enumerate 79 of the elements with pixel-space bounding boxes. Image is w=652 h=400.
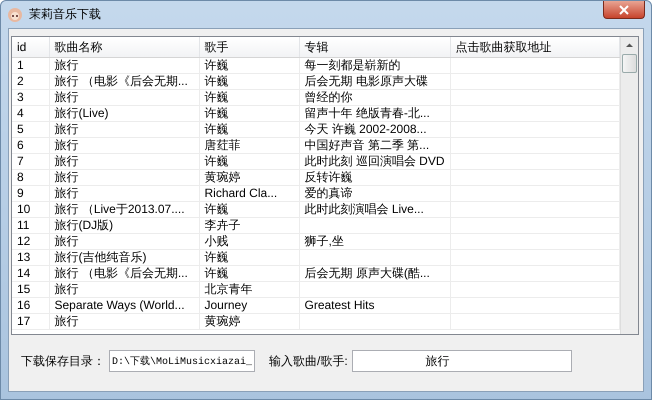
table-cell: 2 — [12, 74, 49, 90]
table-cell: 许巍 — [199, 58, 299, 74]
table-cell: 许巍 — [199, 250, 299, 266]
table-cell: 旅行 — [49, 234, 199, 250]
table-cell: 曾经的你 — [299, 90, 450, 106]
table-cell: 许巍 — [199, 122, 299, 138]
table-cell: 后会无期 电影原声大碟 — [299, 74, 450, 90]
table-cell: Greatest Hits — [299, 298, 450, 314]
column-header[interactable]: id — [12, 37, 49, 58]
scroll-thumb[interactable] — [622, 54, 637, 73]
table-cell: 中国好声音 第二季 第... — [299, 138, 450, 154]
table-cell: 许巍 — [199, 106, 299, 122]
column-header[interactable]: 歌曲名称 — [49, 37, 199, 58]
table-cell: 旅行 — [49, 90, 199, 106]
table-cell: 旅行 — [49, 122, 199, 138]
table-cell: 旅行(Live) — [49, 106, 199, 122]
table-cell: 10 — [12, 202, 49, 218]
table-cell: 李卉子 — [199, 218, 299, 234]
table-cell: 旅行 — [49, 282, 199, 298]
table-cell: 3 — [12, 90, 49, 106]
table-cell: 旅行 — [49, 154, 199, 170]
table-cell: 唐荭菲 — [199, 138, 299, 154]
table-cell: 13 — [12, 250, 49, 266]
table-cell: 许巍 — [199, 74, 299, 90]
table-cell: 9 — [12, 186, 49, 202]
table-cell: 11 — [12, 218, 49, 234]
table-cell: 旅行(DJ版) — [49, 218, 199, 234]
table-cell: 许巍 — [199, 266, 299, 282]
table-cell: 每一刻都是崭新的 — [299, 58, 450, 74]
table-cell: 旅行(吉他纯音乐) — [49, 250, 199, 266]
table-cell: 15 — [12, 282, 49, 298]
table-cell: 旅行 — [49, 314, 199, 330]
search-field[interactable]: 旅行 — [352, 350, 572, 372]
table-cell: 许巍 — [199, 202, 299, 218]
table-cell: 旅行 — [49, 170, 199, 186]
table-cell: 1 — [12, 58, 49, 74]
table-cell: 反转许巍 — [299, 170, 450, 186]
table-cell: 爱的真谛 — [299, 186, 450, 202]
table-cell: 6 — [12, 138, 49, 154]
table-cell: 4 — [12, 106, 49, 122]
search-label: 输入歌曲/歌手: — [269, 352, 348, 370]
table-cell: 旅行 （电影《后会无期... — [49, 266, 199, 282]
column-header[interactable]: 专辑 — [299, 37, 450, 58]
table-cell: 许巍 — [199, 90, 299, 106]
table-cell: 狮子,坐 — [299, 234, 450, 250]
table-cell: 黄琬婷 — [199, 170, 299, 186]
table-cell: 7 — [12, 154, 49, 170]
save-directory-field[interactable]: D:\下载\MoLiMusicxiazai_ — [109, 350, 256, 372]
table-cell: 后会无期 原声大碟(酷... — [299, 266, 450, 282]
table-cell: 此时此刻演唱会 Live... — [299, 202, 450, 218]
column-header[interactable]: 点击歌曲获取地址 — [450, 37, 620, 58]
table-cell: 黄琬婷 — [199, 314, 299, 330]
table-cell: Journey — [199, 298, 299, 314]
table-cell: 12 — [12, 234, 49, 250]
close-icon — [618, 4, 630, 14]
table-cell: 北京青年 — [199, 282, 299, 298]
table-cell: 旅行 （电影《后会无期... — [49, 74, 199, 90]
table-cell: 留声十年 绝版青春-北... — [299, 106, 450, 122]
table-cell: 旅行 — [49, 58, 199, 74]
scrollbar[interactable] — [620, 37, 638, 334]
table-cell: 16 — [12, 298, 49, 314]
table-cell: 5 — [12, 122, 49, 138]
table-cell: 许巍 — [199, 154, 299, 170]
table-cell: 8 — [12, 170, 49, 186]
table-cell: 此时此刻 巡回演唱会 DVD — [299, 154, 450, 170]
column-header[interactable]: 歌手 — [199, 37, 299, 58]
window-title: 茉莉音乐下载 — [29, 6, 101, 23]
table-cell: 今天 许巍 2002-2008... — [299, 122, 450, 138]
table-cell: 旅行 — [49, 186, 199, 202]
table-cell: 14 — [12, 266, 49, 282]
table-cell: Separate Ways (World... — [49, 298, 199, 314]
save-directory-label: 下载保存目录： — [21, 352, 105, 370]
table-cell: 17 — [12, 314, 49, 330]
close-button[interactable] — [603, 1, 645, 19]
table-cell: Richard Cla... — [199, 186, 299, 202]
table-cell: 旅行 （Live于2013.07.... — [49, 202, 199, 218]
table-cell: 小贱 — [199, 234, 299, 250]
table-cell: 旅行 — [49, 138, 199, 154]
app-icon — [7, 6, 23, 22]
